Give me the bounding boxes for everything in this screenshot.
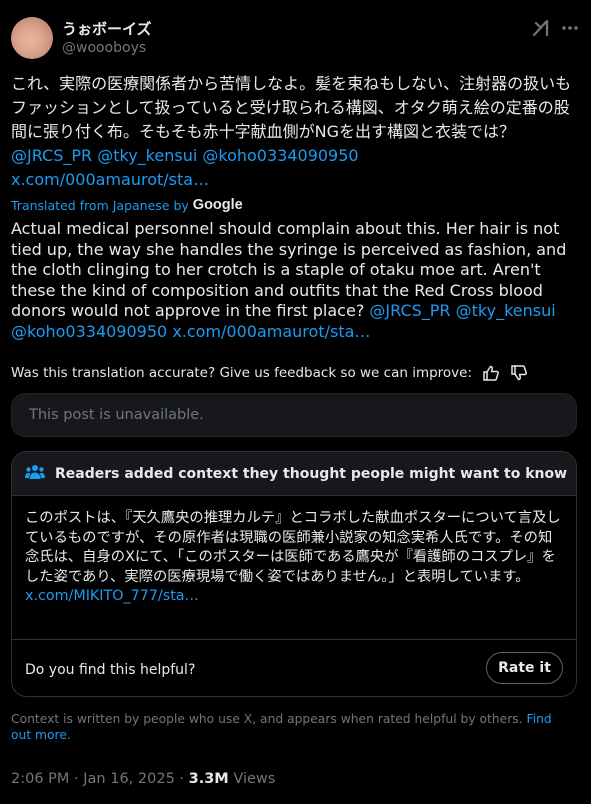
quoted-link-2[interactable]: x.com/000amaurot/sta…	[172, 322, 370, 341]
quoted-link[interactable]: x.com/000amaurot/sta…	[11, 170, 209, 189]
google-logo: Google	[192, 197, 243, 213]
mention-jrcs-2[interactable]: @JRCS_PR	[369, 301, 450, 320]
context-disclaimer: Context is written by people who use X, …	[11, 711, 571, 743]
post-original-text: これ、実際の医療関係者から苦情しなよ。髪を束ねもしない、注射器の扱いもファッショ…	[11, 72, 581, 192]
translated-from-label: Translated from Japanese by	[11, 197, 189, 213]
feedback-question: Was this translation accurate? Give us f…	[11, 365, 473, 381]
author-display-name[interactable]: うぉボーイズ	[62, 18, 152, 39]
translation-attribution: Translated from Japanese by Google	[11, 197, 243, 213]
community-note-link[interactable]: x.com/MIKITO_777/sta…	[25, 588, 199, 604]
community-note-header: Readers added context they thought peopl…	[12, 452, 576, 496]
context-disclaimer-text: Context is written by people who use X, …	[11, 712, 523, 726]
quoted-post-unavailable: This post is unavailable.	[11, 393, 577, 437]
post-translated-text: Actual medical personnel should complain…	[11, 219, 581, 342]
avatar[interactable]	[11, 17, 53, 59]
author-handle[interactable]: @woooboys	[62, 40, 146, 56]
mention-tky[interactable]: @tky_kensui	[97, 146, 197, 165]
unavailable-text: This post is unavailable.	[29, 407, 204, 423]
community-note-title: Readers added context they thought peopl…	[55, 465, 568, 482]
community-note: Readers added context they thought peopl…	[11, 451, 577, 697]
post-time[interactable]: 2:06 PM	[11, 771, 69, 787]
mention-koho[interactable]: @koho0334090950	[202, 146, 358, 165]
more-dots-icon[interactable]	[560, 18, 580, 38]
mention-jrcs[interactable]: @JRCS_PR	[11, 146, 92, 165]
people-icon	[25, 464, 45, 484]
post-date[interactable]: Jan 16, 2025	[83, 771, 175, 787]
thumbs-up-icon[interactable]	[482, 364, 500, 382]
community-note-divider	[12, 639, 576, 640]
post-original-body: これ、実際の医療関係者から苦情しなよ。髪を束ねもしない、注射器の扱いもファッショ…	[11, 74, 572, 141]
mention-koho-2[interactable]: @koho0334090950	[11, 322, 167, 341]
grok-icon[interactable]	[531, 18, 551, 38]
helpful-question: Do you find this helpful?	[25, 662, 196, 678]
community-note-body: このポストは、『天久鷹央の推理カルテ』とコラボした献血ポスターについて言及してい…	[12, 496, 576, 607]
mention-tky-2[interactable]: @tky_kensui	[456, 301, 556, 320]
thumbs-down-icon[interactable]	[510, 364, 528, 382]
post-timestamp: 2:06 PM · Jan 16, 2025 · 3.3M Views	[11, 771, 276, 787]
community-note-text: このポストは、『天久鷹央の推理カルテ』とコラボした献血ポスターについて言及してい…	[25, 510, 561, 585]
views-count: 3.3M	[188, 771, 229, 787]
rate-it-button[interactable]: Rate it	[486, 652, 563, 684]
translation-feedback: Was this translation accurate? Give us f…	[11, 364, 528, 382]
views-label: Views	[233, 771, 276, 787]
